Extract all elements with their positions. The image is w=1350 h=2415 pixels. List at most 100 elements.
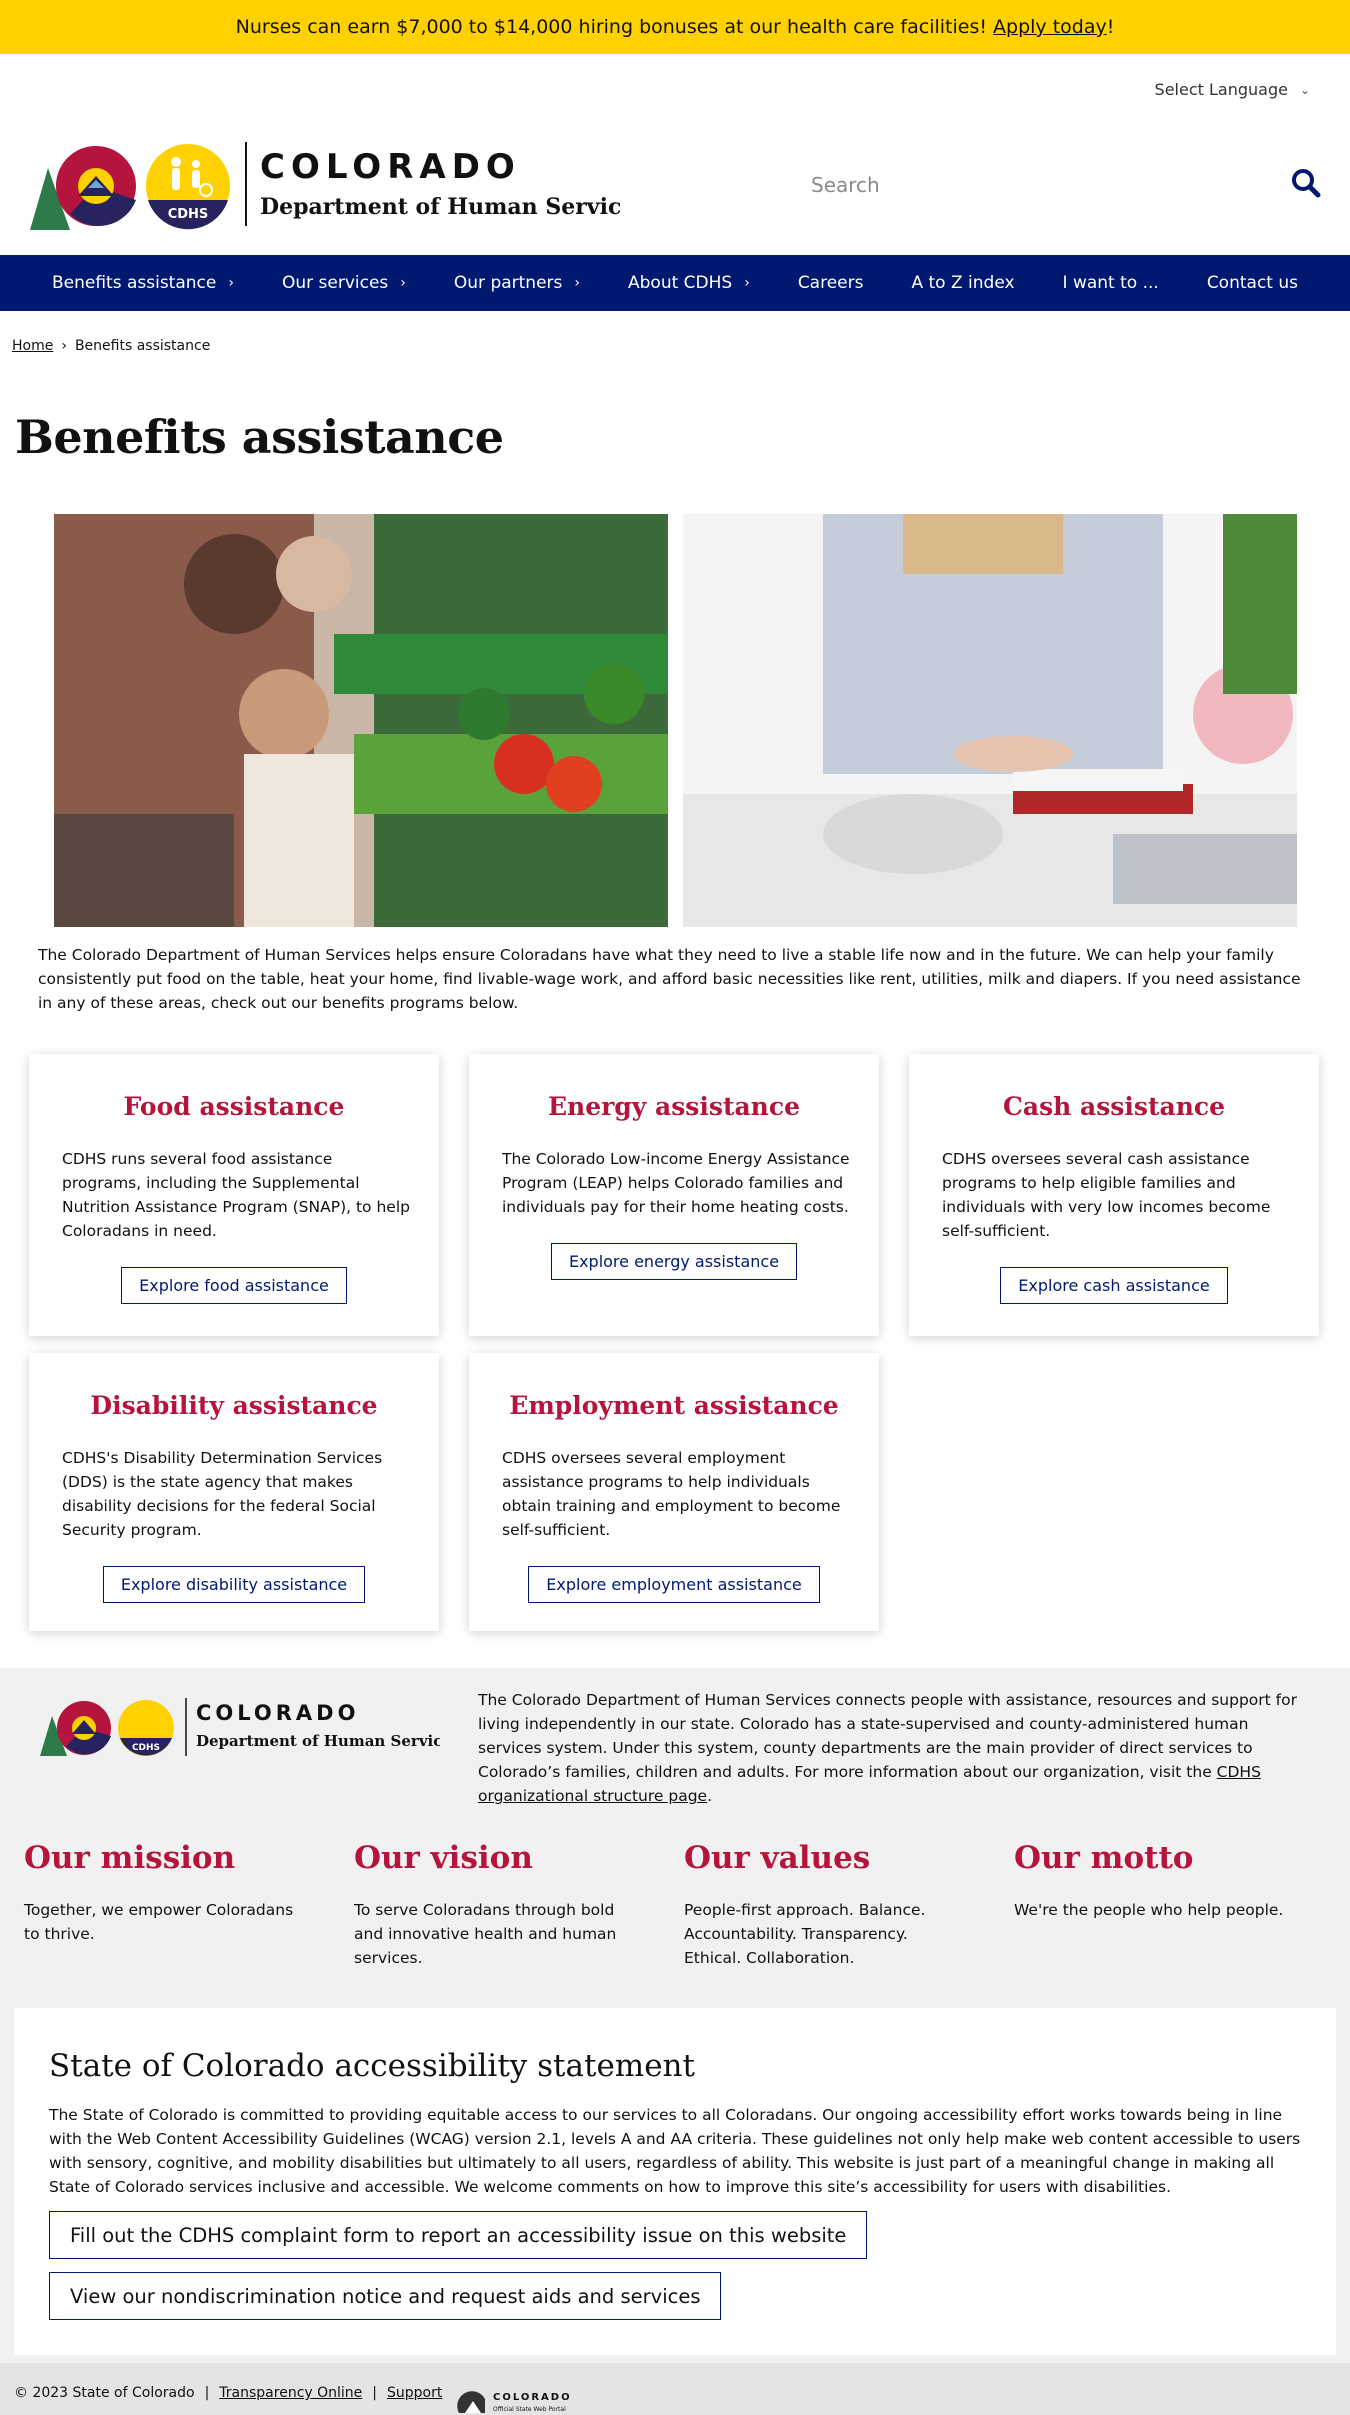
motto-title: Our motto	[1014, 1840, 1194, 1876]
nav-item-label: About CDHS	[628, 273, 733, 293]
footer-logo-word: COLORADO	[196, 1701, 359, 1725]
nav-item-label: Our partners	[453, 273, 563, 293]
card-title: Food assistance	[123, 1092, 345, 1121]
chevron-right-icon: ›	[228, 275, 234, 291]
search-input[interactable]	[795, 165, 1265, 205]
chevron-down-icon: ⌄	[1299, 82, 1310, 97]
complaint-form-button[interactable]: Fill out the CDHS complaint form to repo…	[49, 2211, 868, 2259]
nav-item-our-services[interactable]: Our services ›	[258, 255, 430, 311]
colorado-c-logo-icon: CDHS COLORADO Department of Human Servic…	[30, 142, 648, 230]
footer-logo-badge: CDHS	[132, 1743, 160, 1753]
nav-item-label: Careers	[797, 273, 864, 293]
nav-item-careers[interactable]: Careers	[774, 255, 888, 311]
employment-assistance-card: Employment assistance CDHS oversees sever…	[469, 1353, 879, 1631]
breadcrumb-current: Benefits assistance	[74, 338, 211, 354]
chevron-right-icon: ›	[574, 275, 580, 291]
breadcrumb-separator-icon: ›	[61, 338, 67, 354]
card-description: CDHS oversees several employment assista…	[502, 1449, 841, 1539]
cdhs-logo[interactable]: CDHS COLORADO Department of Human Servic…	[30, 140, 648, 236]
energy-assistance-card: Energy assistance The Colorado Low-income…	[469, 1054, 879, 1336]
nav-item-contact-us[interactable]: Contact us	[1183, 255, 1322, 311]
nav-item-about-cdhs[interactable]: About CDHS ›	[604, 255, 774, 311]
nav-item-label: A to Z index	[911, 273, 1015, 293]
values-title: Our values	[684, 1840, 871, 1876]
transparency-link[interactable]: Transparency Online	[219, 2385, 362, 2401]
nav-item-a-to-z-index[interactable]: A to Z index	[887, 255, 1038, 311]
nav-item-label: Our services	[281, 273, 389, 293]
state-portal-icon: COLORADO Official State Web Portal	[457, 2391, 572, 2413]
explore-cash-button[interactable]: Explore cash assistance	[1000, 1267, 1228, 1304]
support-link[interactable]: Support	[387, 2385, 442, 2401]
card-title: Energy assistance	[548, 1092, 800, 1121]
explore-disability-button[interactable]: Explore disability assistance	[102, 1566, 366, 1603]
alert-trail: !	[1106, 16, 1115, 38]
explore-employment-button[interactable]: Explore employment assistance	[528, 1566, 820, 1603]
bottom-links: © 2023 State of Colorado | Transparency …	[14, 2385, 442, 2401]
motto-block: Our motto We're the people who help peop…	[1014, 1840, 1294, 1922]
nav-item-label: I want to ...	[1062, 273, 1159, 293]
alert-text: Nurses can earn $7,000 to $14,000 hiring…	[235, 16, 987, 38]
card-title: Disability assistance	[90, 1391, 378, 1420]
language-label: Select Language	[1154, 80, 1288, 99]
footer-colorado-logo-icon: CDHS COLORADO Department of Human Servic…	[40, 1698, 460, 1756]
logo-badge-text: CDHS	[168, 207, 209, 222]
accessibility-statement: State of Colorado accessibility statemen…	[14, 2008, 1336, 2355]
footer-description: The Colorado Department of Human Service…	[478, 1688, 1298, 1808]
chevron-right-icon: ›	[744, 275, 750, 291]
logo-subtitle: Department of Human Services	[260, 194, 620, 220]
vision-text: To serve Coloradans through bold and inn…	[354, 1901, 617, 1967]
language-selector[interactable]: Select Language ⌄	[1155, 80, 1310, 99]
footer-description-end: .	[707, 1787, 713, 1805]
footer-logo-subtitle: Department of Human Services	[196, 1732, 440, 1750]
search-icon[interactable]	[1291, 168, 1325, 202]
copyright-text: © 2023 State of Colorado	[14, 2385, 195, 2401]
nav-item-benefits-assistance[interactable]: Benefits assistance ›	[28, 255, 258, 311]
vision-title: Our vision	[354, 1840, 533, 1876]
disability-assistance-card: Disability assistance CDHS's Disability D…	[29, 1353, 439, 1631]
explore-food-button[interactable]: Explore food assistance	[121, 1267, 347, 1304]
breadcrumb-home-link[interactable]: Home	[12, 338, 53, 354]
nav-item-our-partners[interactable]: Our partners ›	[430, 255, 604, 311]
vision-block: Our vision To serve Coloradans through b…	[354, 1840, 634, 1970]
accessibility-body: The State of Colorado is committed to pr…	[49, 2106, 1301, 2196]
bottom-bar: © 2023 State of Colorado | Transparency …	[0, 2363, 1350, 2415]
separator: |	[372, 2385, 378, 2401]
values-text: People-first approach. Balance. Accounta…	[684, 1901, 926, 1967]
card-description: The Colorado Low-income Energy Assistanc…	[502, 1150, 850, 1216]
apply-today-link[interactable]: Apply today	[993, 16, 1107, 38]
nondiscrimination-button[interactable]: View our nondiscrimination notice and re…	[49, 2272, 722, 2320]
nav-item-label: Benefits assistance	[51, 273, 217, 293]
main-nav: Benefits assistance › Our services › Our par…	[0, 255, 1350, 311]
paperwork-photo	[683, 514, 1297, 927]
explore-energy-button[interactable]: Explore energy assistance	[550, 1243, 798, 1280]
mission-title: Our mission	[24, 1840, 236, 1876]
card-description: CDHS's Disability Determination Services…	[62, 1449, 383, 1539]
cash-assistance-card: Cash assistance CDHS oversees several cas…	[909, 1054, 1319, 1336]
values-block: Our values People-first approach. Balanc…	[684, 1840, 964, 1970]
hiring-alert-banner: Nurses can earn $7,000 to $14,000 hiring…	[0, 0, 1350, 54]
portal-sub: Official State Web Portal	[493, 2406, 566, 2413]
family-grocery-photo	[54, 514, 668, 927]
site-search	[795, 160, 1325, 210]
portal-word: COLORADO	[493, 2392, 572, 2403]
card-description: CDHS oversees several cash assistance pr…	[942, 1150, 1271, 1240]
card-title: Employment assistance	[509, 1391, 839, 1420]
breadcrumb: Home › Benefits assistance	[12, 338, 210, 354]
accessibility-title: State of Colorado accessibility statemen…	[49, 2048, 695, 2084]
separator: |	[204, 2385, 210, 2401]
state-portal-logo[interactable]: COLORADO Official State Web Portal	[455, 2387, 595, 2415]
card-description: CDHS runs several food assistance progra…	[62, 1150, 410, 1240]
motto-text: We're the people who help people.	[1014, 1901, 1284, 1919]
footer-description-text: The Colorado Department of Human Service…	[478, 1691, 1297, 1781]
page-title: Benefits assistance	[15, 410, 504, 464]
footer-cdhs-logo[interactable]: CDHS COLORADO Department of Human Servic…	[40, 1696, 460, 1762]
nav-item-i-want-to[interactable]: I want to ...	[1039, 255, 1183, 311]
nav-item-label: Contact us	[1206, 273, 1298, 293]
mission-text: Together, we empower Coloradans to thriv…	[24, 1901, 294, 1943]
intro-paragraph: The Colorado Department of Human Service…	[38, 946, 1301, 1012]
chevron-right-icon: ›	[400, 275, 406, 291]
card-title: Cash assistance	[1002, 1092, 1226, 1121]
food-assistance-card: Food assistance CDHS runs several food as…	[29, 1054, 439, 1336]
mission-block: Our mission Together, we empower Colorad…	[24, 1840, 304, 1946]
logo-word: COLORADO	[260, 147, 521, 187]
